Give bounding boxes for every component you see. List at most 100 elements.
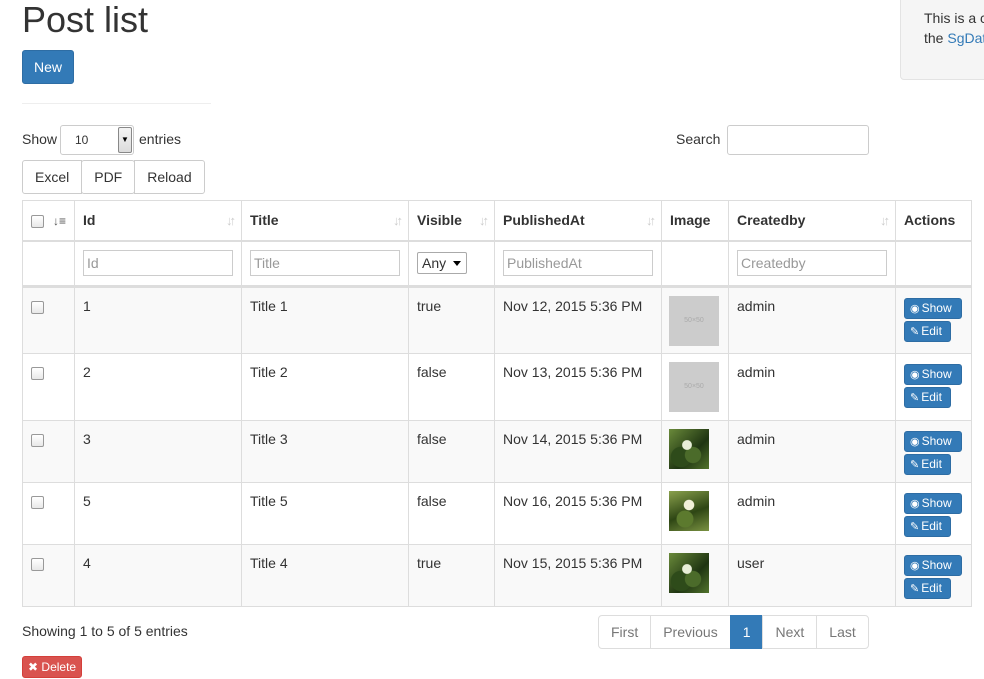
next-page-button[interactable]: Next — [762, 615, 818, 649]
table-row: 1 Title 1 true Nov 12, 2015 5:36 PM 50×5… — [22, 286, 972, 354]
image-cell: 50×50 — [661, 353, 729, 421]
filter-cell: PublishedAt — [494, 240, 662, 288]
first-page-button[interactable]: First — [598, 615, 652, 649]
search-input[interactable] — [727, 125, 869, 155]
column-header-visible[interactable]: Visible ↓↑ — [408, 200, 495, 242]
column-label-id: Id — [83, 212, 96, 229]
visible-filter-value: Any — [422, 255, 447, 272]
show-button[interactable]: ◉ Show — [904, 298, 962, 319]
edit-button[interactable]: ✎ Edit — [904, 454, 951, 475]
title-cell: Title 1 — [241, 286, 409, 354]
page-1-button[interactable]: 1 — [729, 615, 764, 649]
row-checkbox[interactable] — [31, 434, 44, 447]
select-all-header: ↓≡ — [22, 200, 75, 242]
show-label: Show — [921, 367, 952, 381]
show-button[interactable]: ◉ Show — [904, 555, 962, 576]
excel-button[interactable]: Excel — [22, 160, 83, 194]
column-label-actions: Actions — [904, 212, 956, 229]
edit-button[interactable]: ✎ Edit — [904, 321, 951, 342]
column-label-title: Title — [250, 212, 279, 229]
sort-icon: ↓↑ — [880, 213, 890, 228]
visible-cell: true — [408, 544, 495, 607]
createdby-cell: admin — [728, 353, 896, 421]
page-length-value: 10 — [75, 133, 89, 147]
filter-cell: Id — [74, 240, 242, 288]
row-select-cell — [22, 286, 75, 354]
page-length-select[interactable]: 10 ▼ — [60, 125, 134, 155]
sort-amount-icon[interactable]: ↓≡ — [53, 214, 66, 228]
row-select-cell — [22, 544, 75, 607]
published-cell: Nov 14, 2015 5:36 PM — [494, 420, 662, 483]
sort-icon: ↓↑ — [646, 213, 656, 228]
title-cell: Title 3 — [241, 420, 409, 483]
previous-page-button[interactable]: Previous — [650, 615, 731, 649]
caret-down-icon — [453, 261, 461, 267]
filter-cell: Any — [408, 240, 495, 288]
column-header-id[interactable]: Id ↓↑ — [74, 200, 242, 242]
sgdatatables-link[interactable]: SgDat — [947, 30, 984, 46]
image-cell — [661, 420, 729, 483]
edit-icon: ✎ — [910, 583, 920, 595]
flower-photo — [669, 429, 709, 469]
show-button[interactable]: ◉ Show — [904, 493, 962, 514]
edit-icon: ✎ — [910, 459, 920, 471]
edit-button[interactable]: ✎ Edit — [904, 387, 951, 408]
image-cell — [661, 482, 729, 545]
pdf-button[interactable]: PDF — [81, 160, 136, 194]
visible-cell: false — [408, 482, 495, 545]
createdby-filter-input[interactable]: Createdby — [737, 250, 887, 277]
eye-icon: ◉ — [910, 560, 920, 572]
edit-button[interactable]: ✎ Edit — [904, 516, 951, 537]
published-filter-input[interactable]: PublishedAt — [503, 250, 653, 277]
visible-cell: true — [408, 286, 495, 354]
posts-table: ↓≡ Id ↓↑ Title ↓↑ Visible ↓↑ PublishedAt ↓↑ … — [22, 200, 972, 607]
row-checkbox[interactable] — [31, 367, 44, 380]
visible-cell: false — [408, 420, 495, 483]
row-checkbox[interactable] — [31, 496, 44, 509]
filter-cell: Createdby — [728, 240, 896, 288]
column-header-title[interactable]: Title ↓↑ — [241, 200, 409, 242]
createdby-cell: user — [728, 544, 896, 607]
table-row: 5 Title 5 false Nov 16, 2015 5:36 PM adm… — [22, 482, 972, 545]
column-header-createdby[interactable]: Createdby ↓↑ — [728, 200, 896, 242]
edit-button[interactable]: ✎ Edit — [904, 578, 951, 599]
id-cell: 5 — [74, 482, 242, 545]
sort-icon: ↓↑ — [393, 213, 403, 228]
table-info: Showing 1 to 5 of 5 entries — [22, 623, 188, 639]
show-button[interactable]: ◉ Show — [904, 431, 962, 452]
search-label: Search — [676, 131, 721, 147]
info-text: This is a c — [924, 10, 984, 26]
column-header-published[interactable]: PublishedAt ↓↑ — [494, 200, 662, 242]
filter-cell — [661, 240, 729, 288]
visible-filter-select[interactable]: Any — [417, 252, 467, 275]
page-title: Post list — [22, 0, 149, 40]
table-row: 2 Title 2 false Nov 13, 2015 5:36 PM 50×… — [22, 353, 972, 421]
visible-cell: false — [408, 353, 495, 421]
show-button[interactable]: ◉ Show — [904, 364, 962, 385]
reload-button[interactable]: Reload — [134, 160, 205, 194]
title-cell: Title 2 — [241, 353, 409, 421]
delete-button[interactable]: ✖ Delete — [22, 656, 83, 678]
column-header-image: Image — [661, 200, 729, 242]
row-checkbox[interactable] — [31, 301, 44, 314]
row-select-cell — [22, 353, 75, 421]
column-header-actions: Actions — [895, 200, 972, 242]
dropdown-arrow-icon[interactable]: ▼ — [118, 127, 132, 153]
actions-cell: ◉ Show ✎ Edit — [895, 420, 972, 483]
last-page-button[interactable]: Last — [816, 615, 869, 649]
edit-icon: ✎ — [910, 521, 920, 533]
row-checkbox[interactable] — [31, 558, 44, 571]
id-filter-input[interactable]: Id — [83, 250, 233, 277]
new-post-button[interactable]: New — [22, 50, 74, 84]
show-label: Show — [921, 496, 952, 510]
actions-cell: ◉ Show ✎ Edit — [895, 482, 972, 545]
show-label: Show — [22, 131, 58, 147]
id-cell: 4 — [74, 544, 242, 607]
id-cell: 2 — [74, 353, 242, 421]
show-label: Show — [921, 301, 952, 315]
select-all-checkbox[interactable] — [31, 214, 44, 228]
title-filter-input[interactable]: Title — [250, 250, 400, 277]
image-cell: 50×50 — [661, 286, 729, 354]
image-cell — [661, 544, 729, 607]
delete-label: Delete — [41, 660, 77, 674]
